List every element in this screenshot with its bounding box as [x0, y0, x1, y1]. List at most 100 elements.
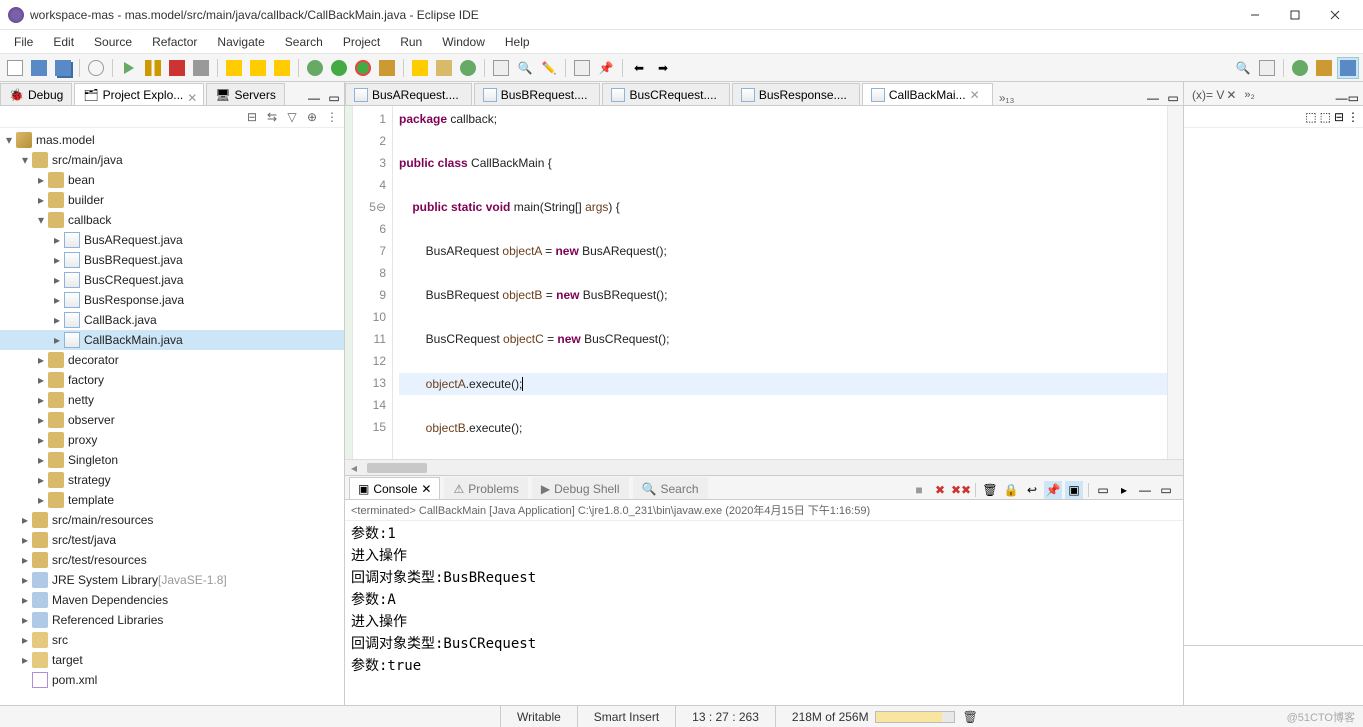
console-output[interactable]: 参数:1 进入操作 回调对象类型:BusBRequest 参数:A 进入操作 回… — [345, 521, 1183, 705]
menu-file[interactable]: File — [4, 33, 43, 51]
focus-button[interactable]: ⊕ — [304, 109, 320, 125]
maximize-button[interactable] — [1275, 1, 1315, 29]
maximize-editor-button[interactable]: ▭ — [1163, 91, 1183, 105]
close-icon[interactable]: ✕ — [187, 91, 195, 99]
tree-pkg-proxy[interactable]: ▸proxy — [0, 430, 344, 450]
step-over-button[interactable] — [247, 57, 269, 79]
link-editor-button[interactable]: ⇆ — [264, 109, 280, 125]
editor-tab-overflow[interactable]: »₁₃ — [995, 91, 1019, 105]
suspend-button[interactable] — [142, 57, 164, 79]
new-package-button[interactable] — [433, 57, 455, 79]
disconnect-button[interactable] — [190, 57, 212, 79]
clear-console-button[interactable]: 🗑 — [981, 481, 999, 499]
perspective-java-ee[interactable] — [1313, 57, 1335, 79]
menu-button[interactable]: ⋮ — [1347, 110, 1359, 124]
variables-tab[interactable]: (x)= V ✕ — [1188, 85, 1240, 105]
tree-pkg-observer[interactable]: ▸observer — [0, 410, 344, 430]
debug-button[interactable] — [304, 57, 326, 79]
close-button[interactable] — [1315, 1, 1355, 29]
tree-referenced[interactable]: ▸Referenced Libraries — [0, 610, 344, 630]
menu-refactor[interactable]: Refactor — [142, 33, 207, 51]
toggle-breadcrumb-button[interactable] — [571, 57, 593, 79]
editor-tab[interactable]: BusResponse.... — [732, 83, 860, 105]
new-console-button[interactable]: ▸ — [1115, 481, 1133, 499]
editor-code[interactable]: package callback; public class CallBackM… — [393, 106, 1183, 459]
debug-shell-tab[interactable]: ▶Debug Shell — [532, 477, 629, 499]
maximize-right-button[interactable]: ▭ — [1348, 91, 1359, 105]
menu-search[interactable]: Search — [275, 33, 333, 51]
perspective-java[interactable] — [1337, 57, 1359, 79]
editor[interactable]: 12345⊖6789101112131415 package callback;… — [345, 106, 1183, 459]
save-button[interactable] — [28, 57, 50, 79]
editor-tab[interactable]: BusCRequest.... — [602, 83, 729, 105]
close-icon[interactable]: ✕ — [421, 482, 431, 496]
menu-source[interactable]: Source — [84, 33, 142, 51]
menu-project[interactable]: Project — [333, 33, 390, 51]
tree-pkg-bean[interactable]: ▸bean — [0, 170, 344, 190]
maximize-console-button[interactable]: ▭ — [1157, 481, 1175, 499]
terminate-button[interactable] — [166, 57, 188, 79]
tree-src-test-resources[interactable]: ▸src/test/resources — [0, 550, 344, 570]
word-wrap-button[interactable]: ↩ — [1023, 481, 1041, 499]
close-icon[interactable]: ✕ — [1226, 88, 1236, 102]
tree-pkg-decorator[interactable]: ▸decorator — [0, 350, 344, 370]
new-java-button[interactable] — [409, 57, 431, 79]
memory-bar[interactable] — [875, 711, 955, 723]
save-all-button[interactable] — [52, 57, 74, 79]
tree-file[interactable]: ▸BusCRequest.java — [0, 270, 344, 290]
resume-button[interactable] — [118, 57, 140, 79]
menu-edit[interactable]: Edit — [43, 33, 84, 51]
menu-run[interactable]: Run — [390, 33, 432, 51]
open-console-button[interactable]: ▭ — [1094, 481, 1112, 499]
tree-file[interactable]: ▸CallBack.java — [0, 310, 344, 330]
tree-file[interactable]: ▸BusARequest.java — [0, 230, 344, 250]
tree-file[interactable]: ▸BusBRequest.java — [0, 250, 344, 270]
forward-button[interactable]: ➡ — [652, 57, 674, 79]
tree-pkg-singleton[interactable]: ▸Singleton — [0, 450, 344, 470]
run-button[interactable] — [328, 57, 350, 79]
open-perspective-button[interactable] — [1256, 57, 1278, 79]
project-explorer-tab[interactable]: 🗂 Project Explo... ✕ — [74, 83, 204, 105]
open-type-button[interactable] — [490, 57, 512, 79]
editor-overview-ruler[interactable] — [1167, 106, 1183, 459]
tree-target-folder[interactable]: ▸target — [0, 650, 344, 670]
tree-src-folder[interactable]: ▸src — [0, 630, 344, 650]
toggle-mark-button[interactable]: ✏️ — [538, 57, 560, 79]
gc-button[interactable]: 🗑 — [963, 710, 977, 724]
new-button[interactable] — [4, 57, 26, 79]
remove-launch-button[interactable]: ✖ — [931, 481, 949, 499]
editor-tab[interactable]: BusBRequest.... — [474, 83, 601, 105]
tree-pkg-netty[interactable]: ▸netty — [0, 390, 344, 410]
console-tab[interactable]: ▣Console ✕ — [349, 477, 440, 499]
minimize-right-button[interactable]: — — [1336, 91, 1348, 105]
maximize-view-button[interactable]: ▭ — [324, 91, 344, 105]
tree-src-main-resources[interactable]: ▸src/main/resources — [0, 510, 344, 530]
show-type-button[interactable]: ⬚ — [1305, 110, 1316, 124]
problems-tab[interactable]: ⚠Problems — [444, 477, 527, 499]
tree-pom[interactable]: pom.xml — [0, 670, 344, 690]
collapse-all-button[interactable]: ⊟ — [244, 109, 260, 125]
tree-pkg-strategy[interactable]: ▸strategy — [0, 470, 344, 490]
search-button[interactable]: 🔍 — [514, 57, 536, 79]
tree-pkg-factory[interactable]: ▸factory — [0, 370, 344, 390]
step-return-button[interactable] — [271, 57, 293, 79]
right-overflow[interactable]: »₂ — [1240, 85, 1258, 105]
menu-help[interactable]: Help — [495, 33, 540, 51]
minimize-console-button[interactable]: — — [1136, 481, 1154, 499]
show-logical-button[interactable]: ⬚ — [1320, 110, 1331, 124]
variables-body[interactable] — [1184, 128, 1363, 645]
tree-file[interactable]: ▸BusResponse.java — [0, 290, 344, 310]
tree-maven-deps[interactable]: ▸Maven Dependencies — [0, 590, 344, 610]
tree-pkg-callback[interactable]: ▾callback — [0, 210, 344, 230]
view-menu-button[interactable]: ⋮ — [324, 109, 340, 125]
tree-src-test-java[interactable]: ▸src/test/java — [0, 530, 344, 550]
perspective-debug[interactable] — [1289, 57, 1311, 79]
tree-project[interactable]: ▾mas.model — [0, 130, 344, 150]
quick-access-button[interactable]: 🔍 — [1232, 57, 1254, 79]
coverage-button[interactable] — [352, 57, 374, 79]
editor-hscroll[interactable]: ◂ — [345, 459, 1183, 475]
run-last-button[interactable] — [376, 57, 398, 79]
skip-breakpoints-button[interactable] — [85, 57, 107, 79]
scroll-lock-button[interactable]: 🔒 — [1002, 481, 1020, 499]
tree-src-main-java[interactable]: ▾src/main/java — [0, 150, 344, 170]
